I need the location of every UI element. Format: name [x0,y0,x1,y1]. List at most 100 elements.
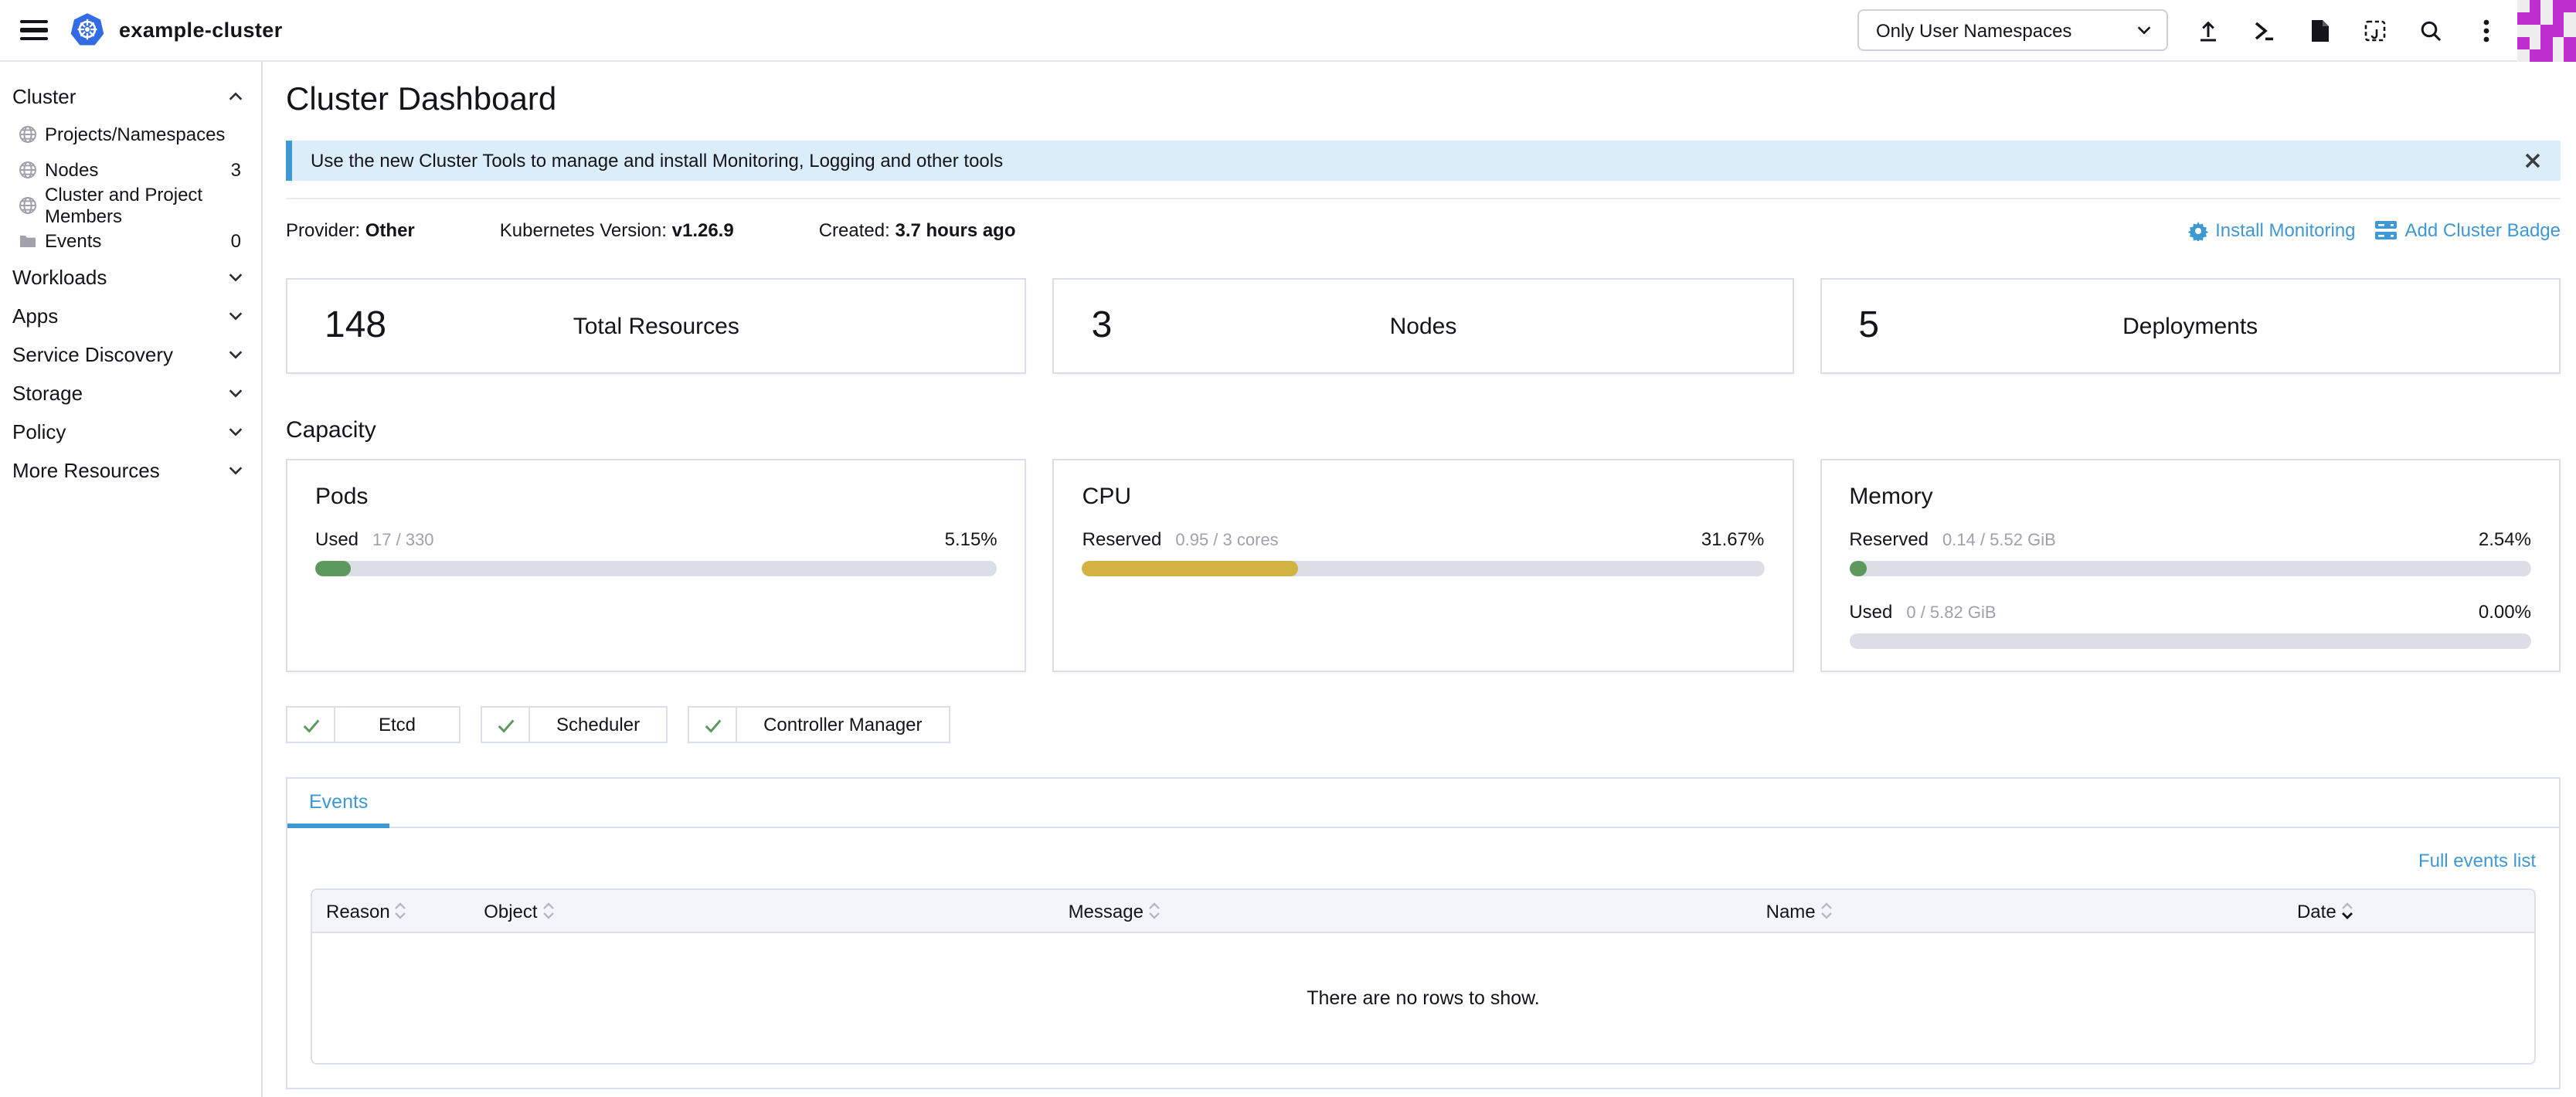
capacity-row: Pods Used 17 / 330 5.15% CPU R [286,459,2561,672]
sidebar-item-projects-namespaces[interactable]: Projects/Namespaces [0,116,261,151]
add-cluster-badge-link[interactable]: Add Cluster Badge [2376,219,2561,241]
copy-clipboard-icon [2363,18,2387,42]
sidebar-group-label: More Resources [12,459,160,482]
tab-events[interactable]: Events [287,779,389,828]
status-badge-controller-manager: Controller Manager [688,706,950,743]
check-icon [287,708,335,742]
sidebar-group-workloads[interactable]: Workloads [0,258,261,297]
gauge-percent: 5.15% [945,528,997,550]
glance-k8s-label: Kubernetes Version: [500,219,667,241]
check-icon [689,708,737,742]
column-header-name[interactable]: Name [1752,900,2283,922]
sidebar-item-nodes[interactable]: Nodes 3 [0,151,261,187]
stat-label: Total Resources [287,313,1025,339]
gauge-memory-reserved: Reserved 0.14 / 5.52 GiB 2.54% [1849,528,2531,576]
shell-icon [2251,18,2276,42]
cluster-tools-banner: Use the new Cluster Tools to manage and … [286,141,2561,181]
events-link-row: Full events list [287,828,2559,888]
stat-card-deployments: 5 Deployments [1820,278,2561,374]
glance-k8s-version: Kubernetes Version: v1.26.9 [500,219,734,241]
sidebar-group-label: Cluster [12,85,76,108]
column-header-message[interactable]: Message [1055,900,1752,922]
capacity-card-memory: Memory Reserved 0.14 / 5.52 GiB 2.54% Us… [1820,459,2561,672]
column-label: Date [2297,900,2336,922]
content-area: Cluster Dashboard Use the new Cluster To… [263,62,2576,1097]
gauge-label: Used [315,528,359,550]
glance-created-value: 3.7 hours ago [895,219,1015,241]
cluster-badge-icon [2376,221,2398,239]
globe-icon [19,160,37,178]
capacity-card-pods: Pods Used 17 / 330 5.15% [286,459,1027,672]
gear-icon [2187,220,2207,240]
progress-bar-fill [315,561,350,576]
status-badge-label: Scheduler [530,708,666,742]
status-badge-etcd: Etcd [286,706,460,743]
search-icon [2418,18,2443,42]
full-events-list-link[interactable]: Full events list [2418,850,2536,871]
sidebar-group-label: Storage [12,382,83,405]
capacity-card-title: Pods [315,484,997,510]
column-header-date[interactable]: Date [2283,900,2534,922]
globe-icon [19,124,37,143]
progress-bar [1849,561,2531,576]
column-label: Reason [326,900,390,922]
search-button[interactable] [2403,0,2459,61]
column-label: Message [1069,900,1144,922]
sidebar-item-count: 0 [231,229,241,251]
progress-bar-fill [1849,561,1866,576]
empty-table-message: There are no rows to show. [312,933,2534,1063]
chevron-down-icon [227,346,244,363]
gauge-percent: 2.54% [2479,528,2531,550]
download-kubeconfig-button[interactable] [2292,0,2347,61]
status-badge-label: Controller Manager [737,708,948,742]
chevron-down-icon [2136,22,2153,39]
sidebar-group-storage[interactable]: Storage [0,374,261,413]
stat-card-nodes: 3 Nodes [1053,278,1794,374]
sidebar-group-cluster[interactable]: Cluster [0,77,261,116]
namespace-filter-select[interactable]: Only User Namespaces [1857,9,2168,51]
sort-icon [1148,902,1161,919]
close-icon [2523,151,2542,170]
glance-row: Provider: Other Kubernetes Version: v1.2… [286,219,2561,241]
sort-icon [395,902,407,919]
top-header: example-cluster Only User Namespaces [0,0,2576,62]
stat-card-total-resources: 148 Total Resources [286,278,1027,374]
import-yaml-button[interactable] [2180,0,2236,61]
column-header-reason[interactable]: Reason [312,900,470,922]
component-status-row: Etcd Scheduler Controller Manager [286,706,2561,743]
copy-kubeconfig-button[interactable] [2347,0,2403,61]
sidebar-group-label: Service Discovery [12,343,173,366]
sidebar-group-apps[interactable]: Apps [0,297,261,335]
check-icon [482,708,530,742]
sidebar-group-label: Apps [12,304,58,328]
chevron-down-icon [227,423,244,440]
column-header-object[interactable]: Object [470,900,1054,922]
sidebar-group-policy[interactable]: Policy [0,413,261,451]
sidebar-item-count: 3 [231,158,241,180]
glance-actions: Install Monitoring Add Cluster Badge [2187,219,2561,241]
stat-label: Deployments [1821,313,2559,339]
sidebar-group-label: Policy [12,420,66,443]
glance-provider: Provider: Other [286,219,415,241]
hamburger-menu-icon[interactable] [14,10,54,50]
gauge-cpu-reserved: Reserved 0.95 / 3 cores 31.67% [1082,528,1765,576]
events-panel: Events Full events list Reason Object [286,777,2561,1089]
stat-label: Nodes [1055,313,1793,339]
gauge-percent: 0.00% [2479,601,2531,623]
add-cluster-badge-label: Add Cluster Badge [2405,219,2561,241]
app-root: example-cluster Only User Namespaces [0,0,2576,1097]
gauge-label: Used [1849,601,1892,623]
avatar[interactable] [2517,0,2576,61]
sidebar-item-events[interactable]: Events 0 [0,222,261,258]
banner-close-button[interactable] [2523,151,2542,170]
kubectl-shell-button[interactable] [2236,0,2292,61]
sidebar-group-service-discovery[interactable]: Service Discovery [0,335,261,374]
install-monitoring-link[interactable]: Install Monitoring [2187,219,2355,241]
more-options-button[interactable] [2459,0,2514,61]
sidebar-group-more-resources[interactable]: More Resources [0,451,261,490]
sidebar-item-cluster-project-members[interactable]: Cluster and Project Members [0,187,261,222]
chevron-down-icon [227,462,244,479]
column-label: Name [1766,900,1816,922]
sort-icon-active-desc [2341,902,2353,919]
main-layout: Cluster Projects/Namespaces Nodes 3 Clus… [0,62,2576,1097]
